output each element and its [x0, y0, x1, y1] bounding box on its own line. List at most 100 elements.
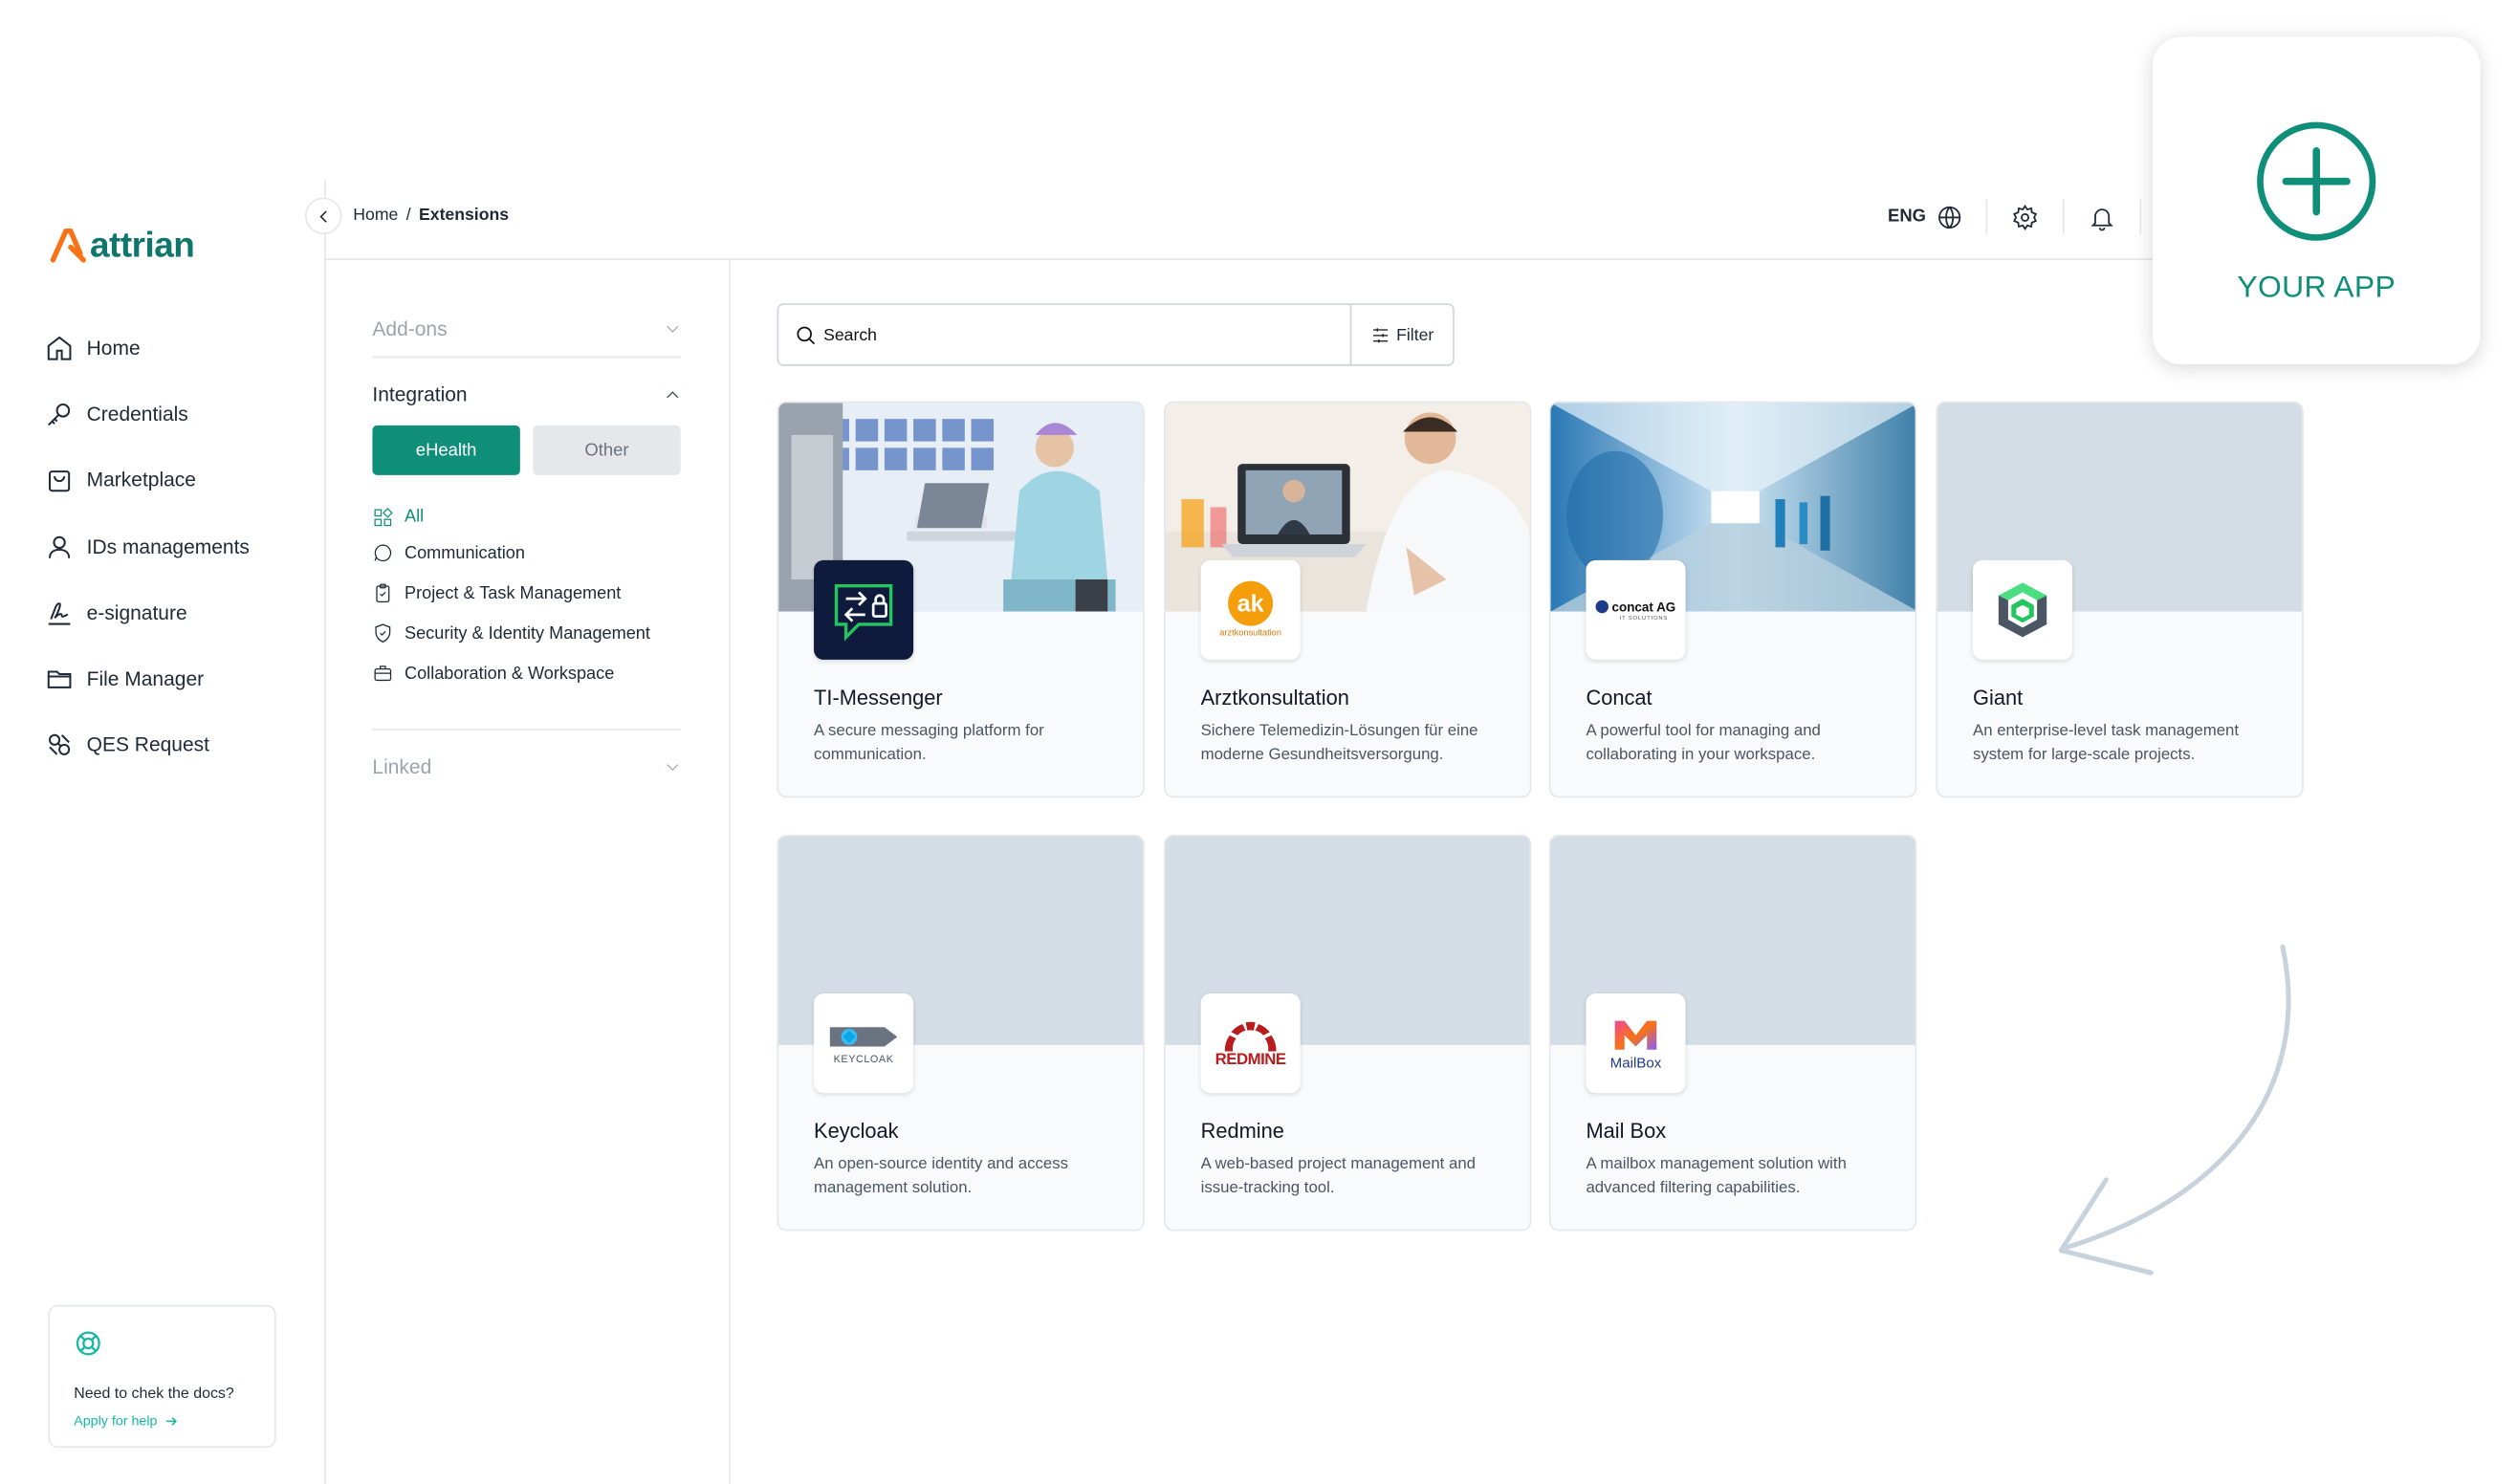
sidebar-nav: Home Credentials Marketplace IDs managem… [45, 315, 317, 778]
help-link-label: Apply for help [74, 1412, 158, 1429]
ti-messenger-logo [814, 559, 914, 660]
language-label: ENG [1888, 207, 1927, 227]
chevron-left-icon [318, 209, 326, 222]
sidebar-item-qes-request[interactable]: QES Request [45, 712, 317, 778]
attrian-logo-icon [50, 229, 86, 263]
concat-logo-text: concat AG [1611, 599, 1676, 615]
chevron-down-icon [667, 325, 679, 333]
language-selector[interactable]: ENG [1888, 203, 1985, 230]
header-separator [2139, 199, 2141, 235]
card-description: A mailbox management solution with advan… [1586, 1155, 1847, 1197]
breadcrumb-home[interactable]: Home [353, 206, 398, 225]
category-security-identity[interactable]: Security & Identity Management [372, 613, 680, 653]
breadcrumb: Home / Extensions [353, 206, 509, 225]
user-icon [49, 535, 71, 558]
filter-panel: Add-ons Integration eHealth Other All Co… [372, 305, 681, 792]
briefcase-icon [374, 666, 392, 682]
header-actions: ENG [1888, 199, 2141, 235]
redmine-logo: REDMINE [1200, 993, 1301, 1094]
category-all[interactable]: All [372, 501, 680, 534]
category-list: All Communication Project & Task Managem… [372, 501, 680, 693]
addons-section-toggle[interactable]: Add-ons [372, 305, 680, 353]
folder-icon [47, 670, 72, 689]
sidebar-item-home[interactable]: Home [45, 315, 317, 381]
segment-ehealth[interactable]: eHealth [372, 425, 520, 475]
sidebar-item-marketplace[interactable]: Marketplace [45, 447, 317, 513]
header-divider [324, 258, 2155, 260]
extension-card-concat[interactable]: concat AG IT SOLUTIONS Concat A powerful… [1548, 401, 1917, 798]
category-label: Communication [405, 543, 525, 563]
apply-for-help-link[interactable]: Apply for help [74, 1412, 255, 1429]
settings-button[interactable] [1987, 203, 2063, 230]
category-communication[interactable]: Communication [372, 533, 680, 573]
card-title: Arztkonsultation [1200, 685, 1349, 709]
concat-logo-sub: IT SOLUTIONS [1619, 614, 1669, 621]
search-input[interactable] [823, 324, 1350, 345]
card-title: TI-Messenger [814, 685, 943, 709]
ak-logo-mark: ak [1228, 580, 1274, 626]
shopping-bag-icon [49, 470, 71, 492]
category-label: Security & Identity Management [405, 623, 650, 644]
notifications-button[interactable] [2064, 203, 2139, 230]
category-project-task[interactable]: Project & Task Management [372, 573, 680, 613]
attrian-logo[interactable]: attrian [48, 225, 195, 267]
card-title: Mail Box [1586, 1118, 1667, 1144]
sidebar-item-label: Home [86, 336, 141, 360]
filter-button[interactable]: Filter [1349, 304, 1453, 365]
linked-section-toggle[interactable]: Linked [372, 743, 680, 791]
sidebar-item-label: QES Request [86, 733, 209, 757]
gear-icon [2012, 204, 2037, 230]
home-icon [47, 336, 72, 360]
extension-card-redmine[interactable]: REDMINE Redmine A web-based project mana… [1163, 834, 1532, 1232]
arztkonsultation-logo: ak arztkonsultation [1200, 559, 1301, 660]
redmine-logo-text: REDMINE [1215, 1050, 1286, 1069]
segment-other[interactable]: Other [533, 425, 681, 475]
signature-icon [48, 601, 71, 625]
logo-text: attrian [90, 225, 195, 265]
sidebar-item-label: Credentials [86, 403, 188, 426]
extension-card-ti-messenger[interactable]: TI-Messenger A secure messaging platform… [777, 401, 1145, 798]
sliders-icon [1372, 327, 1388, 342]
mailbox-logo-text: MailBox [1609, 1054, 1662, 1070]
divider [372, 729, 681, 731]
concat-logo: concat AG IT SOLUTIONS [1586, 559, 1686, 660]
sidebar-item-e-signature[interactable]: e-signature [45, 579, 317, 645]
bell-icon [2090, 207, 2113, 230]
add-your-app-tile[interactable]: YOUR APP [2153, 36, 2481, 365]
grid-icon [374, 507, 393, 526]
sidebar-item-label: File Manager [86, 667, 205, 691]
extension-card-arztkonsultation[interactable]: ak arztkonsultation Arztkonsultation Sic… [1163, 401, 1532, 798]
clipboard-check-icon [376, 583, 390, 602]
category-collaboration[interactable]: Collaboration & Workspace [372, 653, 680, 693]
mailbox-m-icon [1614, 1019, 1657, 1049]
arrow-right-icon [165, 1416, 177, 1425]
help-card: Need to chek the docs? Apply for help [48, 1304, 276, 1449]
sidebar-item-file-manager[interactable]: File Manager [45, 646, 317, 712]
divider [372, 356, 681, 359]
chevron-up-icon [667, 391, 679, 399]
card-description: A secure messaging platform for communic… [814, 722, 1044, 764]
collapse-sidebar-button[interactable] [304, 197, 342, 235]
help-title: Need to chek the docs? [74, 1385, 234, 1404]
integration-segment-control: eHealth Other [372, 425, 681, 475]
category-label: Project & Task Management [405, 583, 622, 603]
sidebar-item-ids-managements[interactable]: IDs managements [45, 513, 317, 579]
plus-circle-icon [2257, 121, 2376, 241]
search-icon [797, 325, 816, 344]
ti-messenger-logo-icon [834, 584, 893, 642]
extension-card-keycloak[interactable]: KEYCLOAK Keycloak An open-source identit… [777, 834, 1145, 1232]
card-description: An enterprise-level task management syst… [1972, 722, 2240, 764]
linked-label: Linked [372, 755, 432, 779]
sidebar-item-label: e-signature [86, 601, 187, 624]
extension-card-giant[interactable]: Giant An enterprise-level task managemen… [1936, 401, 2304, 798]
integration-label: Integration [372, 383, 468, 406]
breadcrumb-current: Extensions [419, 205, 510, 226]
search-bar: Filter [777, 303, 1455, 366]
card-title: Giant [1972, 685, 2024, 709]
integration-section-toggle[interactable]: Integration [372, 371, 680, 419]
sidebar-item-credentials[interactable]: Credentials [45, 381, 317, 447]
your-app-label: YOUR APP [2237, 271, 2397, 305]
extension-card-mailbox[interactable]: MailBox Mail Box A mailbox management so… [1548, 834, 1917, 1232]
card-title: Keycloak [814, 1118, 899, 1144]
curved-arrow-icon [2058, 944, 2291, 1276]
